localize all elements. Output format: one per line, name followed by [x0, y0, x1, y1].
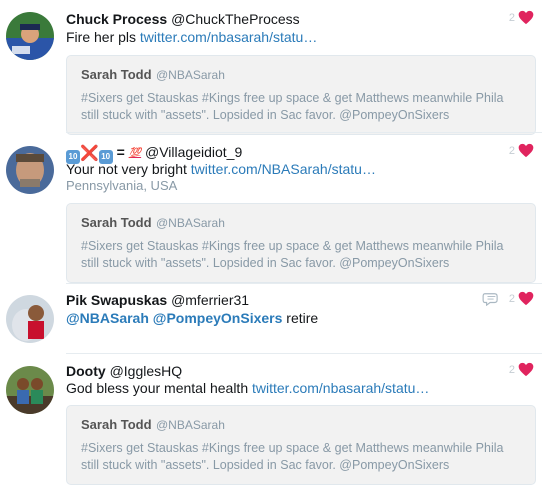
divider [66, 353, 542, 354]
author-name[interactable]: Dooty [66, 363, 106, 379]
author-name[interactable]: Chuck Process [66, 11, 167, 27]
like-count: 2 [508, 11, 515, 24]
quoted-text: #Sixers get Stauskas #Kings free up spac… [81, 239, 504, 270]
divider [66, 132, 542, 133]
avatar[interactable] [6, 146, 54, 194]
quoted-text: #Sixers get Stauskas #Kings free up spac… [81, 441, 504, 472]
heart-icon[interactable] [518, 291, 534, 306]
author-name[interactable]: Pik Swapuskas [66, 292, 167, 308]
quoted-author-handle: @NBASarah [156, 418, 225, 432]
tweet-link[interactable]: twitter.com/nbasarah/statu… [140, 29, 317, 45]
quoted-author-name: Sarah Todd [81, 215, 152, 230]
like-count: 2 [508, 292, 515, 305]
author-handle[interactable]: @Villageidiot_9 [145, 144, 242, 160]
quoted-tweet[interactable]: Sarah Todd @NBASarah #Sixers get Stauska… [66, 203, 536, 283]
author-handle[interactable]: @IgglesHQ [110, 363, 183, 379]
quoted-author-name: Sarah Todd [81, 67, 152, 82]
avatar-image [6, 295, 54, 343]
quoted-tweet[interactable]: Sarah Todd @NBASarah #Sixers get Stauska… [66, 55, 536, 135]
tweet-link[interactable]: twitter.com/nbasarah/statu… [252, 380, 429, 396]
mention-pompeyonsixers[interactable]: @PompeyOnSixers [153, 310, 283, 326]
quoted-author-handle: @NBASarah [156, 216, 225, 230]
author-handle[interactable]: @mferrier31 [171, 292, 249, 308]
author-handle[interactable]: @ChuckTheProcess [171, 11, 300, 27]
avatar-image [6, 12, 54, 60]
like-count: 2 [508, 363, 515, 376]
quoted-author-handle: @NBASarah [156, 68, 225, 82]
heart-icon[interactable] [518, 362, 534, 377]
quoted-author-name: Sarah Todd [81, 417, 152, 432]
tweet-text: Fire her pls [66, 29, 137, 45]
avatar[interactable] [6, 295, 54, 343]
quoted-text: #Sixers get Stauskas #Kings free up spac… [81, 91, 504, 122]
reply-icon[interactable] [482, 292, 500, 306]
avatar-image [6, 146, 54, 194]
user-location: Pennsylvania, USA [66, 178, 178, 193]
tweet-text: God bless your mental health [66, 380, 249, 396]
tweet-link[interactable]: twitter.com/NBASarah/statu… [191, 161, 376, 177]
tweet-text: retire [286, 310, 319, 326]
avatar[interactable] [6, 366, 54, 414]
like-count: 2 [508, 144, 515, 157]
heart-icon[interactable] [518, 10, 534, 25]
heart-icon[interactable] [518, 143, 534, 158]
avatar[interactable] [6, 12, 54, 60]
avatar-image [6, 366, 54, 414]
author-name-equals: = [116, 144, 125, 160]
quoted-tweet[interactable]: Sarah Todd @NBASarah #Sixers get Stauska… [66, 405, 536, 485]
mention-nbasarah[interactable]: @NBASarah [66, 310, 149, 326]
divider [66, 283, 542, 284]
tweet-text: Your not very bright [66, 161, 187, 177]
